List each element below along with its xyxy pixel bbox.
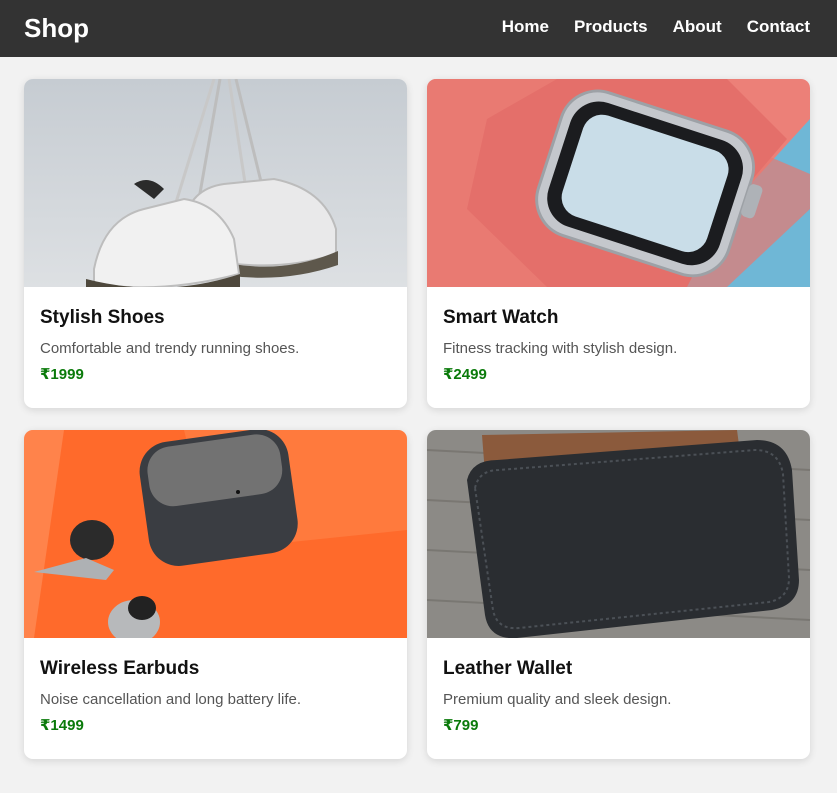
product-name[interactable]: Smart Watch: [443, 307, 558, 329]
nav-link-contact[interactable]: Contact: [747, 17, 810, 37]
product-name[interactable]: Leather Wallet: [443, 658, 572, 680]
nav-link-about[interactable]: About: [673, 17, 722, 37]
product-image-earbuds[interactable]: [24, 430, 407, 638]
wallet-image: [427, 430, 810, 638]
product-image-watch[interactable]: [427, 79, 810, 287]
smartwatch-image: [427, 79, 810, 287]
product-card-shoes[interactable]: Stylish Shoes Comfortable and trendy run…: [24, 79, 407, 408]
sneakers-image: [24, 79, 407, 287]
main-nav: Home Products About Contact: [502, 17, 810, 37]
earbuds-image: [24, 430, 407, 638]
product-description: Noise cancellation and long battery life…: [40, 691, 301, 708]
brand-logo[interactable]: Shop: [24, 13, 89, 43]
product-name[interactable]: Stylish Shoes: [40, 307, 165, 329]
product-image-shoes[interactable]: [24, 79, 407, 287]
product-card-watch[interactable]: Smart Watch Fitness tracking with stylis…: [427, 79, 810, 408]
product-price: ₹1999: [40, 366, 84, 383]
product-price: ₹1499: [40, 717, 84, 734]
product-card-earbuds[interactable]: Wireless Earbuds Noise cancellation and …: [24, 430, 407, 759]
product-price: ₹799: [443, 717, 479, 734]
product-price: ₹2499: [443, 366, 487, 383]
product-description: Premium quality and sleek design.: [443, 691, 672, 708]
product-description: Fitness tracking with stylish design.: [443, 340, 678, 357]
product-card-wallet[interactable]: Leather Wallet Premium quality and sleek…: [427, 430, 810, 759]
product-description: Comfortable and trendy running shoes.: [40, 340, 300, 357]
site-header: Shop Home Products About Contact: [0, 0, 837, 57]
nav-link-home[interactable]: Home: [502, 17, 549, 37]
product-name[interactable]: Wireless Earbuds: [40, 658, 199, 680]
product-image-wallet[interactable]: [427, 430, 810, 638]
nav-link-products[interactable]: Products: [574, 17, 648, 37]
